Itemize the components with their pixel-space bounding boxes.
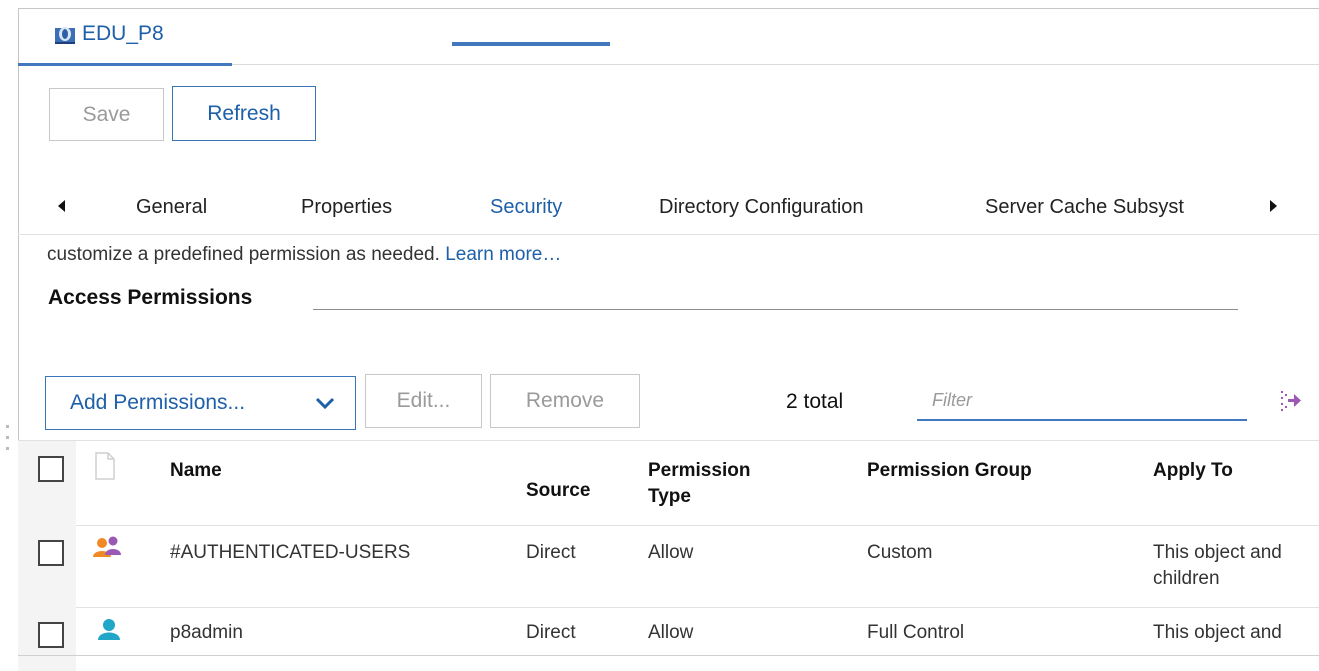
- permission-source: Direct: [526, 542, 576, 563]
- header-line: Type: [648, 486, 691, 507]
- save-button[interactable]: Save: [49, 88, 164, 141]
- permission-type: Allow: [648, 622, 694, 643]
- tab-server-cache-subsystem[interactable]: Server Cache Subsyst: [985, 196, 1184, 219]
- tab-bar-divider: [232, 64, 1319, 65]
- permission-group: Custom: [867, 542, 933, 563]
- apply-to-line: children: [1153, 568, 1220, 589]
- add-permissions-label: Add Permissions...: [70, 391, 246, 414]
- column-settings-icon[interactable]: [1278, 388, 1302, 412]
- resize-handle-icon[interactable]: [6, 423, 10, 453]
- table-top-divider: [18, 440, 1319, 441]
- header-divider: [76, 525, 1319, 526]
- permission-group: Full Control: [867, 622, 965, 643]
- permission-apply-to: This object and: [1153, 622, 1282, 643]
- permission-source: Direct: [526, 622, 576, 643]
- tab-properties[interactable]: Properties: [301, 196, 392, 219]
- object-store-tab[interactable]: EDU_P8: [18, 8, 232, 66]
- scroll-tabs-left-icon[interactable]: [58, 200, 65, 212]
- access-permissions-heading: Access Permissions: [48, 286, 253, 309]
- chevron-down-icon: [315, 397, 335, 410]
- column-header-permission-type[interactable]: Permission Type: [648, 458, 750, 510]
- column-header-source[interactable]: Source: [526, 478, 590, 504]
- edit-button[interactable]: Edit...: [365, 374, 482, 428]
- row-checkbox[interactable]: [38, 622, 64, 648]
- group-icon: [93, 536, 121, 557]
- property-tabs: General Properties Security Directory Co…: [18, 186, 1319, 235]
- column-header-permission-group[interactable]: Permission Group: [867, 458, 1032, 484]
- permission-name: p8admin: [170, 622, 243, 643]
- header-line: Permission: [648, 460, 751, 481]
- remove-button[interactable]: Remove: [490, 374, 640, 428]
- refresh-button[interactable]: Refresh: [172, 86, 316, 141]
- row-checkbox[interactable]: [38, 540, 64, 566]
- learn-more-link[interactable]: Learn more…: [445, 244, 561, 265]
- object-store-tab-label: EDU_P8: [82, 22, 164, 45]
- active-tab-indicator: [452, 42, 610, 46]
- description-text: customize a predefined permission as nee…: [47, 244, 446, 265]
- apply-to-line: This object and: [1153, 542, 1282, 563]
- document-icon: [95, 452, 115, 480]
- permission-apply-to: This object and children: [1153, 540, 1282, 592]
- tab-general[interactable]: General: [136, 196, 207, 219]
- tab-security[interactable]: Security: [490, 196, 562, 219]
- permission-type: Allow: [648, 542, 694, 563]
- permission-name: #AUTHENTICATED-USERS: [170, 542, 411, 563]
- column-header-name[interactable]: Name: [170, 458, 222, 484]
- row-divider: [76, 607, 1319, 608]
- object-store-icon: [55, 27, 75, 44]
- select-all-checkbox[interactable]: [38, 456, 64, 482]
- tab-directory-configuration[interactable]: Directory Configuration: [659, 196, 864, 219]
- column-header-apply-to[interactable]: Apply To: [1153, 458, 1233, 484]
- scroll-tabs-right-icon[interactable]: [1270, 200, 1277, 212]
- security-description: customize a predefined permission as nee…: [47, 244, 561, 266]
- section-divider: [313, 309, 1238, 310]
- filter-input[interactable]: [917, 381, 1247, 421]
- add-permissions-button[interactable]: Add Permissions...: [45, 376, 356, 430]
- row-divider: [18, 655, 1319, 656]
- user-icon: [98, 619, 120, 640]
- total-count: 2 total: [786, 390, 844, 413]
